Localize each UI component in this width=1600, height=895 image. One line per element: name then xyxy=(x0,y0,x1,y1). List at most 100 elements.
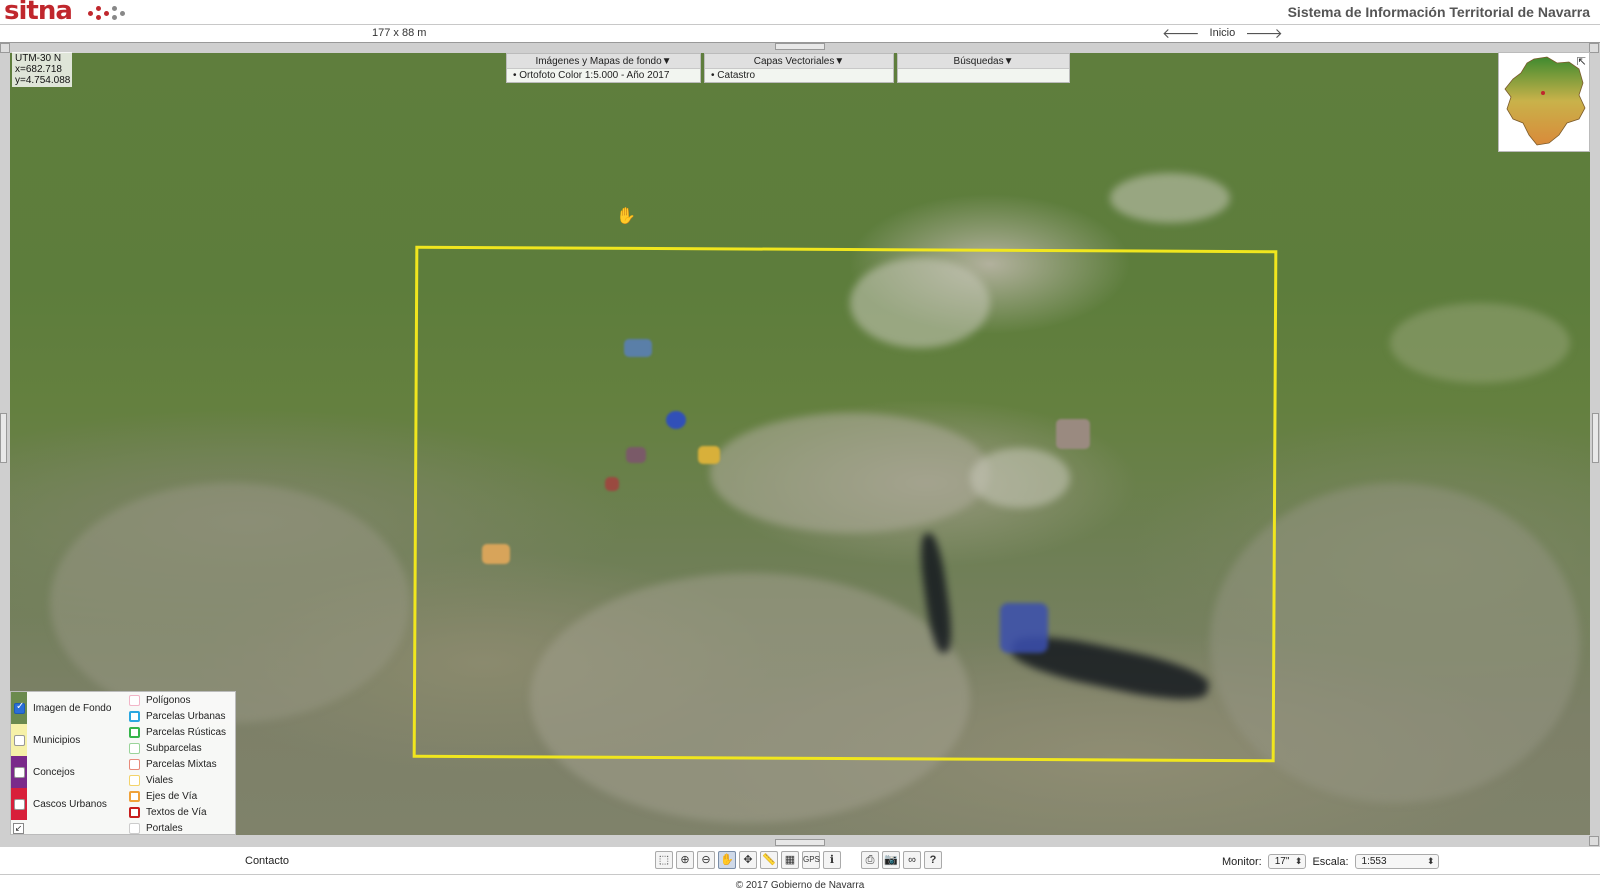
background-layers-dropdown[interactable]: Imágenes y Mapas de fondo▼ xyxy=(507,54,700,69)
logo-dots-icon xyxy=(88,3,128,23)
measure-ruler-icon[interactable]: 📏 xyxy=(760,851,778,869)
legend-item-textos-via[interactable]: Textos de Vía xyxy=(125,804,237,820)
header: sitna Sistema de Información Territorial… xyxy=(0,0,1600,26)
aerial-map[interactable]: ✋ xyxy=(10,53,1590,835)
checkbox[interactable] xyxy=(14,798,25,810)
checkbox[interactable] xyxy=(129,726,140,738)
monitor-label: Monitor: xyxy=(1222,855,1262,868)
arrow-left-icon[interactable]: 🡐 xyxy=(1162,26,1200,40)
info-icon[interactable]: ℹ xyxy=(823,851,841,869)
legend-item-imagen-fondo[interactable]: Imagen de Fondo xyxy=(11,692,123,724)
search-dropdown[interactable]: Búsquedas▼ xyxy=(898,54,1069,69)
legend-label: Portales xyxy=(146,822,183,834)
legend-item-ejes-via[interactable]: Ejes de Vía xyxy=(125,788,237,804)
scale-select[interactable]: 1:553 xyxy=(1354,854,1439,869)
legend-label: Imagen de Fondo xyxy=(33,702,112,714)
checkbox[interactable] xyxy=(129,806,140,818)
contact-link[interactable]: Contacto xyxy=(245,855,289,867)
zoom-in-icon[interactable]: ⊕ xyxy=(676,851,694,869)
legend-label: Polígonos xyxy=(146,694,191,706)
bottom-toolbar: Contacto ⬚ ⊕ ⊖ ✋ ✥ 📏 ▦ GPS ℹ ⎙ 📷 ∞ ? Mon… xyxy=(0,847,1600,875)
rock-area xyxy=(1390,303,1570,383)
help-icon[interactable]: ? xyxy=(924,851,942,869)
legend-label: Municipios xyxy=(33,734,81,746)
legend-label: Cascos Urbanos xyxy=(33,798,107,810)
checkbox[interactable] xyxy=(129,774,140,786)
legend-label: Parcelas Urbanas xyxy=(146,710,226,722)
site-title: Sistema de Información Territorial de Na… xyxy=(1287,4,1590,20)
map-extent-label: 177 x 88 m xyxy=(372,27,427,39)
link-icon[interactable]: ∞ xyxy=(903,851,921,869)
background-layers-panel: Imágenes y Mapas de fondo▼ • Ortofoto Co… xyxy=(506,53,701,83)
camera-icon[interactable]: 📷 xyxy=(882,851,900,869)
legend-item-poligonos[interactable]: Polígonos xyxy=(125,692,237,708)
checkbox[interactable] xyxy=(129,822,140,834)
sitna-logo[interactable]: sitna xyxy=(4,0,73,26)
legend-label: Subparcelas xyxy=(146,742,202,754)
y-coordinate: y=4.754.088 xyxy=(15,75,71,86)
legend-label: Parcelas Mixtas xyxy=(146,758,217,770)
move-icon[interactable]: ✥ xyxy=(739,851,757,869)
checkbox[interactable] xyxy=(14,734,25,746)
legend-label: Parcelas Rústicas xyxy=(146,726,227,738)
expand-icon[interactable]: ⇱ xyxy=(1577,55,1586,68)
legend-item-viales[interactable]: Viales xyxy=(125,772,237,788)
navigation: 🡐 Inicio 🡒 xyxy=(1162,26,1283,40)
checkbox[interactable] xyxy=(129,694,140,706)
legend-item-concejos[interactable]: Concejos xyxy=(11,756,123,788)
map-tools: ⬚ ⊕ ⊖ ✋ ✥ 📏 ▦ GPS ℹ ⎙ 📷 ∞ ? xyxy=(655,851,942,869)
scale-label: Escala: xyxy=(1312,855,1349,868)
legend-panel: Imagen de Fondo Municipios Concejos Casc… xyxy=(10,691,236,835)
hand-cursor-icon: ✋ xyxy=(616,208,636,225)
legend-item-cascos-urbanos[interactable]: Cascos Urbanos xyxy=(11,788,123,820)
app-root: sitna Sistema de Información Territorial… xyxy=(0,0,1600,895)
pan-hand-icon[interactable]: ✋ xyxy=(718,851,736,869)
search-panel: Búsquedas▼ xyxy=(897,53,1070,83)
legend-base-layers: Imagen de Fondo Municipios Concejos Casc… xyxy=(11,692,123,836)
corner-top-right xyxy=(1589,43,1599,53)
corner-top-left xyxy=(0,43,10,53)
legend-item-parcelas-mixtas[interactable]: Parcelas Mixtas xyxy=(125,756,237,772)
coordinate-readout: UTM-30 N x=682.718 y=4.754.088 xyxy=(12,52,72,87)
rock-area xyxy=(50,483,410,723)
zoom-out-icon[interactable]: ⊖ xyxy=(697,851,715,869)
monitor-select[interactable]: 17" xyxy=(1267,854,1307,869)
home-link[interactable]: Inicio xyxy=(1210,27,1236,39)
checkbox[interactable] xyxy=(129,742,140,754)
corner-bottom-right xyxy=(1589,836,1599,846)
print-icon[interactable]: ⎙ xyxy=(861,851,879,869)
selection-rectangle[interactable] xyxy=(412,245,1278,763)
legend-label: Textos de Vía xyxy=(146,806,207,818)
legend-item-subparcelas[interactable]: Subparcelas xyxy=(125,740,237,756)
bottom-collapse-handle[interactable] xyxy=(775,839,825,846)
right-collapse-handle[interactable] xyxy=(1592,413,1599,463)
collapse-legend-icon[interactable]: ↙ xyxy=(13,823,24,834)
left-collapse-handle[interactable] xyxy=(0,413,7,463)
background-layer-item[interactable]: • Ortofoto Color 1:5.000 - Año 2017 xyxy=(507,69,700,83)
grid-icon[interactable]: ▦ xyxy=(781,851,799,869)
checkbox[interactable] xyxy=(129,710,140,722)
projection-label: UTM-30 N xyxy=(15,53,62,64)
gps-icon[interactable]: GPS xyxy=(802,851,820,869)
map-frame: ✋ xyxy=(0,42,1600,847)
arrow-right-icon[interactable]: 🡒 xyxy=(1245,26,1283,40)
vector-layers-dropdown[interactable]: Capas Vectoriales▼ xyxy=(705,54,893,69)
legend-item-portales[interactable]: Portales xyxy=(125,820,237,836)
vector-layer-item[interactable]: • Catastro xyxy=(705,69,893,83)
monitor-scale-controls: Monitor: 17" Escala: 1:553 xyxy=(1222,854,1439,869)
legend-label: Concejos xyxy=(33,766,75,778)
top-collapse-handle[interactable] xyxy=(775,43,825,50)
footer-copyright: © 2017 Gobierno de Navarra xyxy=(735,880,865,891)
legend-item-parcelas-rusticas[interactable]: Parcelas Rústicas xyxy=(125,724,237,740)
checkbox[interactable] xyxy=(129,758,140,770)
legend-item-municipios[interactable]: Municipios xyxy=(11,724,123,756)
checkbox[interactable] xyxy=(14,766,25,778)
checkbox[interactable] xyxy=(129,790,140,802)
zoom-box-icon[interactable]: ⬚ xyxy=(655,851,673,869)
legend-cadastre-layers: Polígonos Parcelas Urbanas Parcelas Rúst… xyxy=(125,692,237,836)
overview-map[interactable]: ⇱ xyxy=(1498,52,1590,152)
legend-item-parcelas-urbanas[interactable]: Parcelas Urbanas xyxy=(125,708,237,724)
top-toolbar: 177 x 88 m 🡐 Inicio 🡒 xyxy=(0,25,1600,42)
legend-label: Viales xyxy=(146,774,174,786)
checkbox[interactable] xyxy=(14,701,25,714)
